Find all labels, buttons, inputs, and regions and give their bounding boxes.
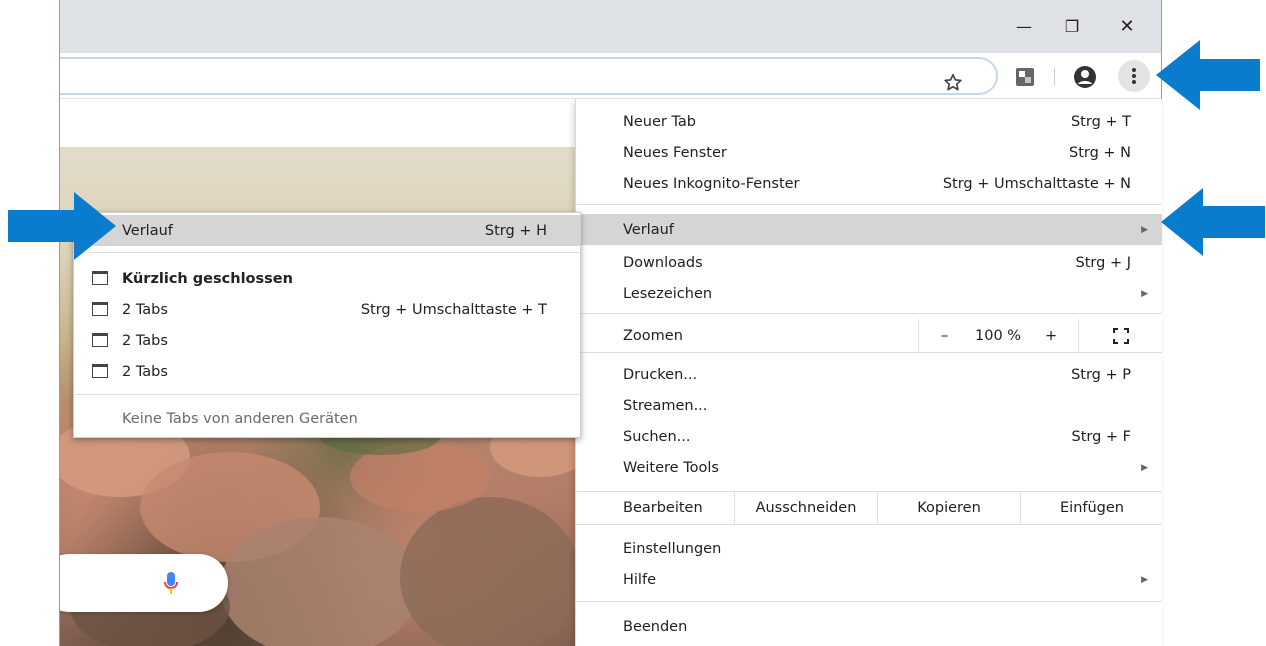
submenu-arrow-icon: ▶ [1141, 224, 1148, 235]
menu-item-label: Hilfe [623, 571, 656, 588]
recently-closed-heading: Kürzlich geschlossen [74, 263, 580, 294]
menu-item-shortcut: Strg + J [1075, 254, 1131, 271]
menu-item-label: Beenden [623, 618, 688, 635]
history-header-label: Verlauf [122, 222, 173, 239]
menu-item-edit: Bearbeiten Ausschneiden Kopieren Einfüge… [576, 491, 1162, 524]
menu-item-cast[interactable]: Streamen... [576, 390, 1162, 421]
menu-item-label: Zoomen [623, 327, 683, 344]
extension-icon[interactable] [1013, 65, 1037, 89]
toolbar [60, 53, 1161, 99]
restore-button[interactable]: ❐ [1050, 8, 1094, 44]
menu-item-bookmarks[interactable]: Lesezeichen ▶ [576, 278, 1162, 309]
zoom-in-button[interactable]: + [1045, 328, 1057, 344]
history-header[interactable]: Verlauf Strg + H [74, 215, 580, 246]
recently-closed-label: Kürzlich geschlossen [122, 270, 293, 287]
menu-item-label: Weitere Tools [623, 459, 719, 476]
zoom-value: 100 % [975, 327, 1022, 344]
menu-item-label: Lesezeichen [623, 285, 713, 302]
menu-item-label: Neues Inkognito-Fenster [623, 175, 800, 192]
menu-button[interactable] [1118, 60, 1150, 92]
menu-item-shortcut: Strg + N [1068, 144, 1131, 161]
menu-separator [576, 601, 1162, 602]
microphone-icon[interactable] [164, 572, 178, 596]
title-bar: — ❐ ✕ [60, 0, 1161, 53]
cut-button[interactable]: Ausschneiden [734, 491, 877, 524]
search-box[interactable] [60, 554, 228, 612]
profile-icon[interactable] [1073, 65, 1097, 89]
submenu-arrow-icon: ▶ [1141, 574, 1148, 585]
menu-item-help[interactable]: Hilfe ▶ [576, 564, 1162, 595]
fullscreen-button[interactable] [1078, 319, 1163, 352]
history-submenu: Verlauf Strg + H Kürzlich geschlossen 2 … [73, 212, 581, 438]
menu-item-label: Verlauf [623, 221, 674, 238]
pointer-arrow-icon [8, 192, 116, 260]
menu-item-history[interactable]: Verlauf ▶ [576, 214, 1162, 245]
menu-item-find[interactable]: Suchen... Strg + F [576, 421, 1162, 452]
paste-button[interactable]: Einfügen [1020, 491, 1163, 524]
three-dots-icon [1132, 68, 1136, 84]
menu-item-shortcut: Strg + P [1071, 366, 1131, 383]
menu-item-label: Suchen... [623, 428, 691, 445]
toolbar-separator [1054, 68, 1055, 86]
zoom-out-button[interactable]: – [941, 328, 948, 344]
pointer-arrow-icon [1156, 40, 1260, 110]
menu-item-label: Downloads [623, 254, 703, 271]
menu-item-label: Einstellungen [623, 540, 722, 557]
recently-closed-item[interactable]: 2 Tabs Strg + Umschalttaste + T [74, 294, 580, 325]
fullscreen-icon [1113, 327, 1129, 344]
history-header-shortcut: Strg + H [484, 222, 547, 239]
close-button[interactable]: ✕ [1105, 8, 1149, 44]
menu-item-zoom: Zoomen – 100 % + [576, 319, 1162, 352]
tab-icon [92, 333, 108, 347]
copy-button[interactable]: Kopieren [877, 491, 1020, 524]
tab-icon [92, 271, 108, 285]
submenu-arrow-icon: ▶ [1141, 288, 1148, 299]
menu-item-label: Bearbeiten [623, 499, 703, 516]
menu-item-label: Drucken... [623, 366, 698, 383]
recently-closed-item-label: 2 Tabs [122, 301, 168, 318]
recently-closed-item[interactable]: 2 Tabs [74, 325, 580, 356]
bookmark-star-icon[interactable] [942, 72, 964, 94]
menu-item-label: Streamen... [623, 397, 708, 414]
menu-item-settings[interactable]: Einstellungen [576, 533, 1162, 564]
recently-closed-item-label: 2 Tabs [122, 363, 168, 380]
menu-separator [576, 313, 1162, 314]
tab-icon [92, 364, 108, 378]
menu-separator [576, 524, 1162, 525]
menu-item-shortcut: Strg + Umschalttaste + N [942, 175, 1131, 192]
tab-icon [92, 302, 108, 316]
menu-item-label: Neuer Tab [623, 113, 696, 130]
minimize-button[interactable]: — [1002, 8, 1046, 44]
menu-separator [576, 204, 1162, 205]
menu-item-new-tab[interactable]: Neuer Tab Strg + T [576, 106, 1162, 137]
recently-closed-item-shortcut: Strg + Umschalttaste + T [360, 301, 547, 318]
menu-item-new-incognito-window[interactable]: Neues Inkognito-Fenster Strg + Umschaltt… [576, 168, 1162, 199]
menu-item-more-tools[interactable]: Weitere Tools ▶ [576, 452, 1162, 483]
zoom-controls: – 100 % + [918, 319, 1078, 352]
recently-closed-item-label: 2 Tabs [122, 332, 168, 349]
menu-item-exit[interactable]: Beenden [576, 611, 1162, 642]
menu-item-shortcut: Strg + T [1070, 113, 1131, 130]
menu-item-shortcut: Strg + F [1071, 428, 1131, 445]
submenu-arrow-icon: ▶ [1141, 462, 1148, 473]
chrome-main-menu: Neuer Tab Strg + T Neues Fenster Strg + … [575, 99, 1162, 646]
menu-separator [576, 352, 1162, 353]
menu-item-print[interactable]: Drucken... Strg + P [576, 359, 1162, 390]
menu-item-downloads[interactable]: Downloads Strg + J [576, 247, 1162, 278]
submenu-separator [74, 252, 580, 253]
other-devices-label: Keine Tabs von anderen Geräten [122, 410, 358, 427]
recently-closed-item[interactable]: 2 Tabs [74, 356, 580, 387]
menu-item-label: Neues Fenster [623, 144, 727, 161]
other-devices-info: Keine Tabs von anderen Geräten [74, 403, 580, 434]
pointer-arrow-icon [1161, 188, 1265, 256]
submenu-separator [74, 394, 580, 395]
address-bar[interactable] [60, 57, 998, 95]
menu-item-new-window[interactable]: Neues Fenster Strg + N [576, 137, 1162, 168]
